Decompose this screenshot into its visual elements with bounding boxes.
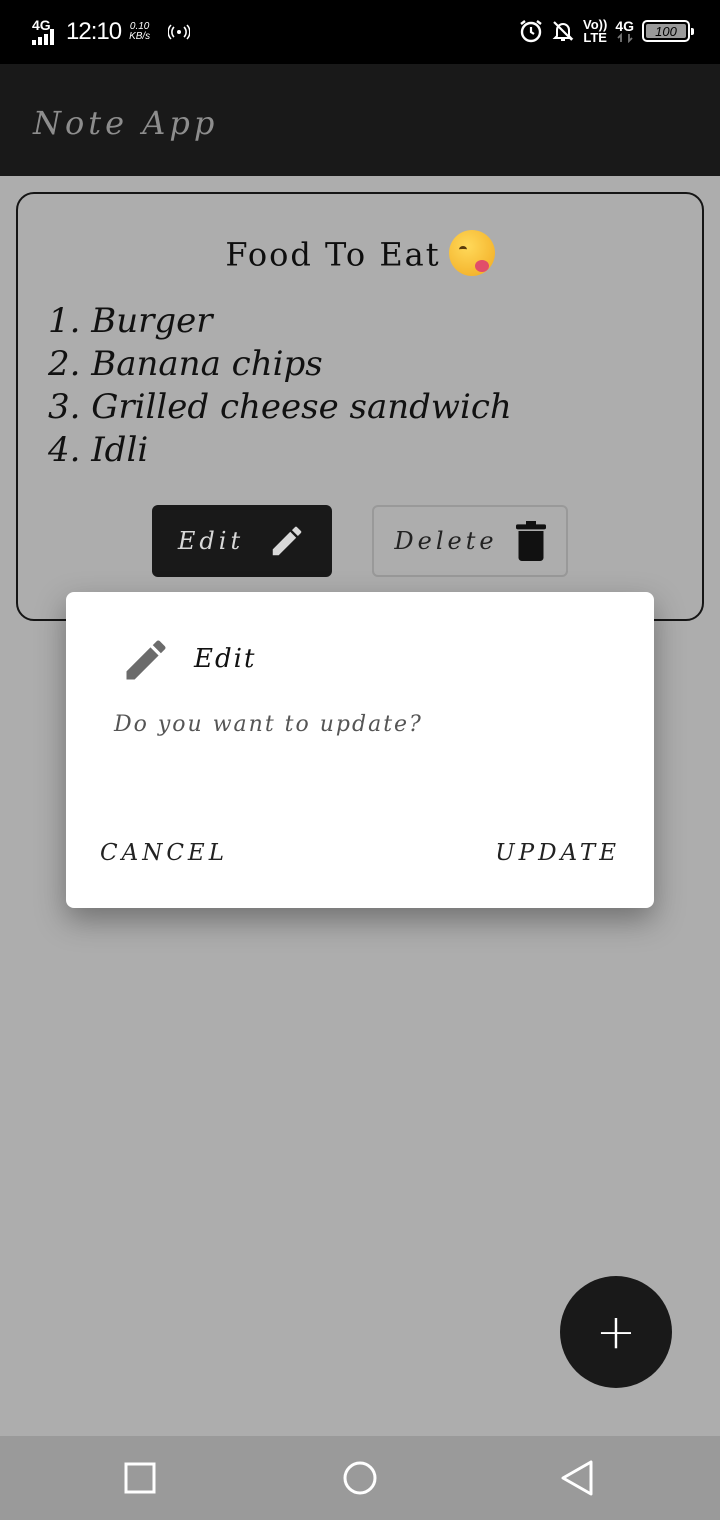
update-button[interactable]: UPDATE <box>495 840 620 866</box>
note-title: Food To Eat <box>225 235 441 274</box>
navigation-bar <box>0 1436 720 1520</box>
volte-indicator: Vo)) LTE <box>583 18 607 44</box>
note-item: 2. Banana chips <box>48 344 323 384</box>
network-speed: 0.10 KB/s <box>129 22 150 42</box>
app-bar: Note App <box>0 64 720 176</box>
edit-dialog: Edit Do you want to update? CANCEL UPDAT… <box>66 592 654 908</box>
signal-icon <box>32 29 54 45</box>
add-note-button[interactable]: + <box>560 1276 672 1388</box>
battery-level: 100 <box>655 23 677 39</box>
battery-icon: 100 <box>642 20 694 42</box>
yum-emoji-icon <box>448 230 495 276</box>
note-title-row: Food To Eat <box>18 230 702 280</box>
note-item: 3. Grilled cheese sandwich <box>48 387 512 427</box>
data-type: 4G <box>615 18 634 34</box>
dialog-title: Edit <box>194 644 257 674</box>
delete-button-label: Delete <box>394 527 498 555</box>
clock: 12:10 <box>66 18 122 45</box>
alarm-icon <box>520 20 542 43</box>
cancel-button[interactable]: CANCEL <box>100 840 228 866</box>
speed-unit: KB/s <box>129 31 151 42</box>
bell-off-icon <box>552 21 574 41</box>
note-item: 4. Idli <box>48 430 149 470</box>
app-title: Note App <box>33 104 219 142</box>
note-body: 1. Burger 2. Banana chips 3. Grilled che… <box>48 300 512 472</box>
hotspot-icon <box>168 24 191 40</box>
dialog-message: Do you want to update? <box>114 712 423 737</box>
square-icon[interactable] <box>120 1458 160 1498</box>
note-item: 1. Burger <box>48 301 213 341</box>
note-card[interactable]: Food To Eat 1. Burger 2. Banana chips 3.… <box>16 192 704 621</box>
pencil-icon <box>126 640 166 680</box>
triangle-back-icon[interactable] <box>558 1458 598 1498</box>
edit-button-label: Edit <box>177 527 245 555</box>
lte-label: LTE <box>583 30 607 45</box>
delete-button[interactable]: Delete <box>372 505 568 577</box>
circle-icon[interactable] <box>340 1458 380 1498</box>
trash-icon <box>515 521 546 561</box>
pencil-icon <box>272 526 302 556</box>
data-arrows-icon <box>617 33 633 43</box>
status-bar: 4G 12:10 0.10 KB/s Vo)) LTE 4G 100 <box>0 0 720 64</box>
data-indicator: 4G <box>615 19 634 43</box>
network-indicator: 4G <box>30 18 60 45</box>
edit-button[interactable]: Edit <box>152 505 332 577</box>
plus-icon: + <box>595 1304 637 1360</box>
